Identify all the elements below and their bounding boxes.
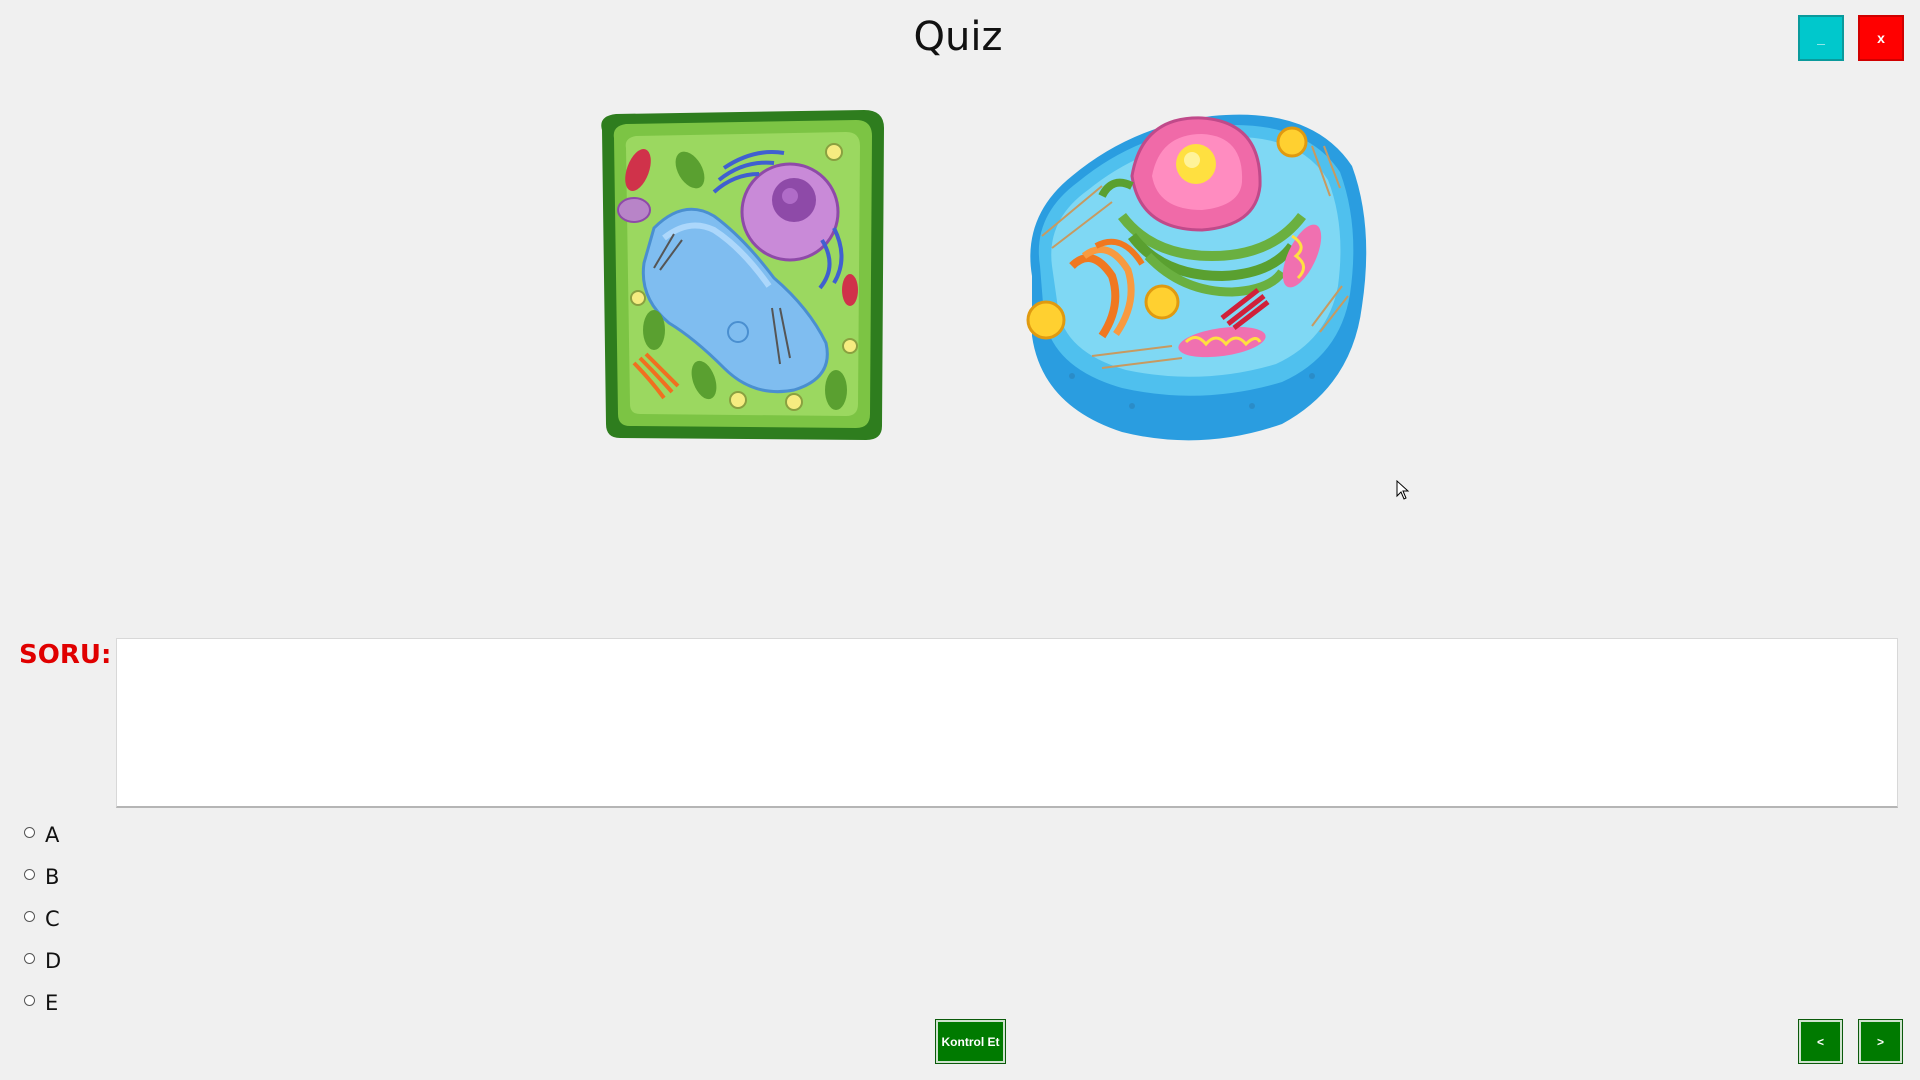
minimize-button[interactable]: _	[1798, 15, 1844, 61]
option-b-label: B	[45, 865, 60, 889]
question-label: SORU:	[19, 640, 112, 670]
option-d-label: D	[45, 949, 62, 973]
radio-d[interactable]	[24, 952, 35, 964]
radio-e[interactable]	[24, 994, 35, 1006]
mouse-cursor-icon	[1396, 480, 1410, 500]
radio-a[interactable]	[24, 826, 35, 838]
next-question-button[interactable]: >	[1858, 1019, 1903, 1064]
window-title: Quiz	[913, 14, 1003, 60]
radio-c[interactable]	[24, 910, 35, 922]
option-e[interactable]: E	[24, 990, 58, 1016]
close-button[interactable]: x	[1858, 15, 1904, 61]
option-d[interactable]: D	[24, 948, 61, 974]
plant-cell-image	[601, 110, 884, 440]
option-e-label: E	[45, 991, 59, 1015]
question-text-box[interactable]	[116, 638, 1898, 808]
radio-b[interactable]	[24, 868, 35, 880]
option-a-label: A	[45, 823, 60, 847]
animal-cell-image	[1026, 114, 1367, 441]
option-a[interactable]: A	[24, 822, 59, 848]
option-b[interactable]: B	[24, 864, 59, 890]
check-answer-button[interactable]: Kontrol Et	[935, 1019, 1006, 1064]
option-c[interactable]: C	[24, 906, 60, 932]
previous-question-button[interactable]: <	[1798, 1019, 1843, 1064]
option-c-label: C	[45, 907, 60, 931]
quiz-window: Quiz _ x SORU: A B C D E Kontrol Et < >	[0, 0, 1920, 1080]
